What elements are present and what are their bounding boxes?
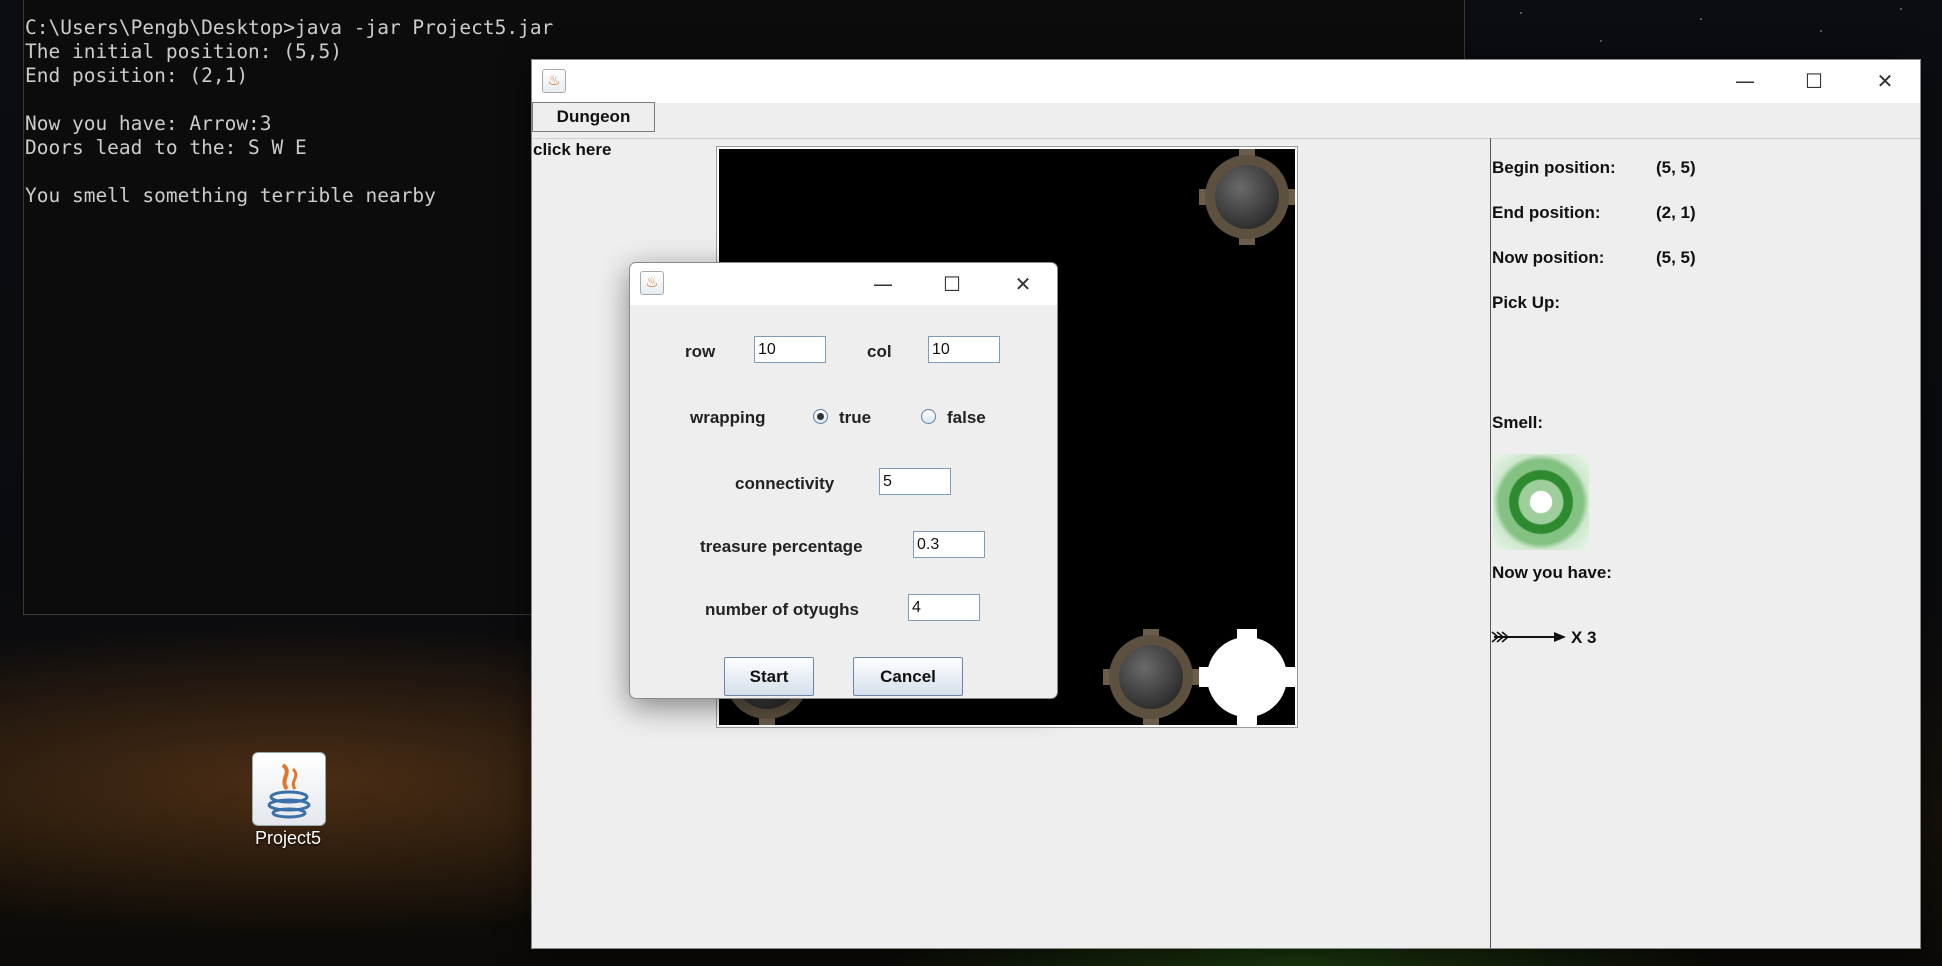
java-icon: ♨ — [640, 271, 664, 295]
dialog-maximize-button[interactable]: ☐ — [923, 263, 981, 305]
row-input[interactable] — [754, 336, 826, 363]
end-position-value: (2, 1) — [1656, 203, 1696, 222]
wrapping-label: wrapping — [690, 408, 766, 427]
main-titlebar[interactable]: ♨ — ☐ ✕ — [532, 60, 1920, 103]
arrow-icon — [1491, 631, 1566, 643]
begin-position-value: (5, 5) — [1656, 158, 1696, 177]
arrow-count: X 3 — [1571, 628, 1597, 647]
dialog-minimize-button[interactable]: — — [854, 263, 912, 305]
console-line: You smell something terrible nearby — [25, 184, 436, 207]
close-button[interactable]: ✕ — [1856, 60, 1914, 103]
wrapping-false-radio[interactable] — [921, 409, 936, 424]
wrapping-true-radio[interactable] — [813, 409, 828, 424]
now-position-value: (5, 5) — [1656, 248, 1696, 267]
dialog-titlebar[interactable]: ♨ — ☐ ✕ — [630, 263, 1057, 305]
treasure-percentage-label: treasure percentage — [700, 537, 863, 556]
console-line: The initial position: (5,5) — [25, 40, 342, 63]
begin-position-label: Begin position: — [1492, 158, 1616, 177]
end-position-label: End position: — [1492, 203, 1601, 222]
java-icon: ♨ — [542, 69, 566, 93]
smell-icon — [1493, 454, 1589, 550]
col-label: col — [867, 342, 892, 361]
maximize-button[interactable]: ☐ — [1785, 60, 1843, 103]
treasure-percentage-input[interactable] — [913, 531, 985, 558]
console-line: Now you have: Arrow:3 — [25, 112, 272, 135]
cave-tile — [1103, 629, 1199, 725]
cave-tile — [1199, 149, 1295, 245]
player-tile — [1199, 629, 1295, 725]
click-here-label[interactable]: click here — [533, 140, 611, 160]
otyughs-label: number of otyughs — [705, 600, 859, 619]
connectivity-input[interactable] — [879, 468, 951, 495]
panel-divider — [1490, 138, 1491, 948]
row-label: row — [685, 342, 716, 361]
console-line: End position: (2,1) — [25, 64, 249, 87]
start-button[interactable]: Start — [724, 657, 814, 696]
desktop-icon-label: Project5 — [254, 828, 322, 848]
settings-dialog: ♨ — ☐ ✕ row col wrapping true false conn… — [629, 262, 1058, 699]
now-position-label: Now position: — [1492, 248, 1605, 267]
pick-up-label: Pick Up: — [1492, 293, 1561, 312]
col-input[interactable] — [928, 336, 1000, 363]
console-output: C:\Users\Pengb\Desktop>java -jar Project… — [25, 16, 553, 208]
console-line: Doors lead to the: S W E — [25, 136, 307, 159]
cancel-button[interactable]: Cancel — [853, 657, 963, 696]
console-line: C:\Users\Pengb\Desktop>java -jar Project… — [25, 16, 554, 39]
java-icon — [267, 763, 311, 819]
smell-label: Smell: — [1492, 413, 1544, 432]
otyughs-input[interactable] — [908, 594, 980, 621]
wrapping-false-label[interactable]: false — [947, 408, 986, 428]
wrapping-true-label[interactable]: true — [839, 408, 871, 428]
menu-bar — [532, 103, 1920, 139]
now-you-have-label: Now you have: — [1492, 563, 1612, 582]
project5-desktop-icon[interactable] — [252, 752, 326, 826]
connectivity-label: connectivity — [735, 474, 835, 493]
minimize-button[interactable]: — — [1716, 60, 1774, 103]
dialog-close-button[interactable]: ✕ — [994, 263, 1052, 305]
menu-dungeon[interactable]: Dungeon — [532, 102, 655, 132]
